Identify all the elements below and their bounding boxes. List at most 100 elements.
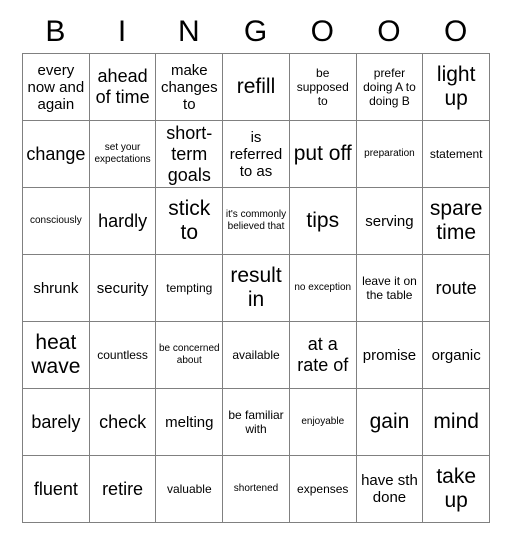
bingo-cell[interactable]: statement [423,121,491,188]
bingo-cell[interactable]: mind [423,389,491,456]
bingo-cell[interactable]: security [89,255,157,322]
bingo-cell[interactable]: have sth done [356,456,424,523]
bingo-header-letter-2: N [177,14,200,48]
bingo-cell-label: ahead of time [95,66,150,107]
bingo-row: consciously hardly stick to it's commonl… [23,188,491,255]
bingo-cell-label: melting [165,413,214,431]
bingo-cell-label: fluent [33,478,78,499]
bingo-cell[interactable]: enjoyable [289,389,357,456]
bingo-cell[interactable]: available [223,322,290,389]
bingo-cell[interactable]: spare time [423,188,491,255]
bingo-cell[interactable]: organic [423,322,491,389]
bingo-cell-label: set your expectations [94,142,151,165]
bingo-header-letter-5: O [377,14,401,48]
bingo-cell[interactable]: heat wave [23,322,90,389]
bingo-cell-label: result in [230,264,282,311]
bingo-row: change set your expectations short-term … [23,121,491,188]
bingo-cell-label: leave it on the table [362,274,417,302]
bingo-cell[interactable]: shrunk [23,255,90,322]
bingo-cell[interactable]: expenses [289,456,357,523]
bingo-cell[interactable]: it's commonly believed that [223,188,290,255]
bingo-row: barely check melting be familiar with en… [23,389,491,456]
bingo-cell[interactable]: retire [89,456,157,523]
bingo-cell-label: expenses [297,482,349,496]
bingo-row: fluent retire valuable shortened expense… [23,456,491,523]
bingo-cell[interactable]: is referred to as [223,121,290,188]
bingo-cell[interactable]: refill [223,54,290,121]
bingo-cell[interactable]: short-term goals [156,121,224,188]
bingo-cell[interactable]: check [89,389,157,456]
bingo-cell[interactable]: melting [156,389,224,456]
bingo-cell[interactable]: consciously [23,188,90,255]
bingo-cell-label: stick to [168,197,211,244]
bingo-cell[interactable]: tempting [156,255,224,322]
bingo-cell[interactable]: gain [356,389,424,456]
bingo-cell[interactable]: valuable [156,456,224,523]
bingo-cell-label: light up [436,63,476,110]
bingo-cell-label: take up [436,465,477,512]
bingo-cell-label: tempting [166,281,213,295]
bingo-card: B I N G O O O every now and again ahead … [22,10,491,523]
bingo-cell[interactable]: promise [356,322,424,389]
bingo-row: heat wave countless be concerned about a… [23,322,491,389]
bingo-cell[interactable]: tips [289,188,357,255]
bingo-cell-label: mind [433,410,479,433]
bingo-cell[interactable]: light up [423,54,491,121]
bingo-cell-label: preparation [364,148,415,159]
bingo-cell-label: shortened [233,483,279,494]
bingo-cell-label: make changes to [160,61,218,113]
bingo-cell[interactable]: route [423,255,491,322]
bingo-cell-label: promise [362,346,417,364]
bingo-cell[interactable]: at a rate of [289,322,357,389]
bingo-cell[interactable]: be familiar with [223,389,290,456]
bingo-cell[interactable]: take up [423,456,491,523]
bingo-cell[interactable]: put off [289,121,357,188]
bingo-cell[interactable]: leave it on the table [356,255,424,322]
bingo-cell-label: serving [365,212,414,230]
bingo-cell-label: have sth done [361,472,418,506]
bingo-header-letter-6: O [444,14,468,48]
bingo-cell[interactable]: hardly [89,188,157,255]
bingo-cell-label: countless [97,348,148,362]
bingo-cell[interactable]: fluent [23,456,90,523]
bingo-cell-label: every now and again [27,61,85,113]
bingo-cell-label: be concerned about [158,343,220,366]
bingo-cell[interactable]: change [23,121,90,188]
bingo-cell-label: barely [31,411,81,432]
bingo-cell-label: route [435,277,477,298]
bingo-header-letter-0: B [45,14,66,48]
bingo-cell[interactable]: ahead of time [89,54,157,121]
bingo-cell[interactable]: barely [23,389,90,456]
bingo-cell-label: security [96,279,149,297]
bingo-row: every now and again ahead of time make c… [23,54,491,121]
bingo-cell-label: refill [236,75,276,98]
bingo-cell-label: tips [306,209,340,232]
bingo-cell[interactable]: no exception [289,255,357,322]
bingo-cell[interactable]: prefer doing A to doing B [356,54,424,121]
bingo-cell[interactable]: stick to [156,188,224,255]
bingo-row: shrunk security tempting result in no ex… [23,255,491,322]
bingo-cell-label: be supposed to [296,66,349,108]
bingo-cell[interactable]: countless [89,322,157,389]
bingo-cell-label: retire [102,478,144,499]
bingo-cell[interactable]: result in [223,255,290,322]
bingo-cell-label: heat wave [31,331,81,378]
bingo-header-letter-1: I [117,14,127,48]
bingo-cell[interactable]: shortened [223,456,290,523]
bingo-cell[interactable]: be supposed to [289,54,357,121]
bingo-cell-label: shrunk [33,279,79,297]
bingo-cell[interactable]: be concerned about [156,322,224,389]
bingo-cell[interactable]: make changes to [156,54,224,121]
bingo-cell[interactable]: preparation [356,121,424,188]
bingo-grid: every now and again ahead of time make c… [22,53,491,523]
bingo-header-letter-4: O [310,14,334,48]
bingo-cell-label: organic [431,346,481,364]
bingo-cell[interactable]: serving [356,188,424,255]
bingo-cell[interactable]: set your expectations [89,121,157,188]
bingo-cell-label: prefer doing A to doing B [363,66,416,108]
bingo-header-row: B I N G O O O [22,10,489,53]
bingo-cell-label: statement [429,147,483,161]
bingo-cell[interactable]: every now and again [23,54,90,121]
bingo-cell-label: check [99,411,147,432]
bingo-cell-label: consciously [30,215,82,226]
